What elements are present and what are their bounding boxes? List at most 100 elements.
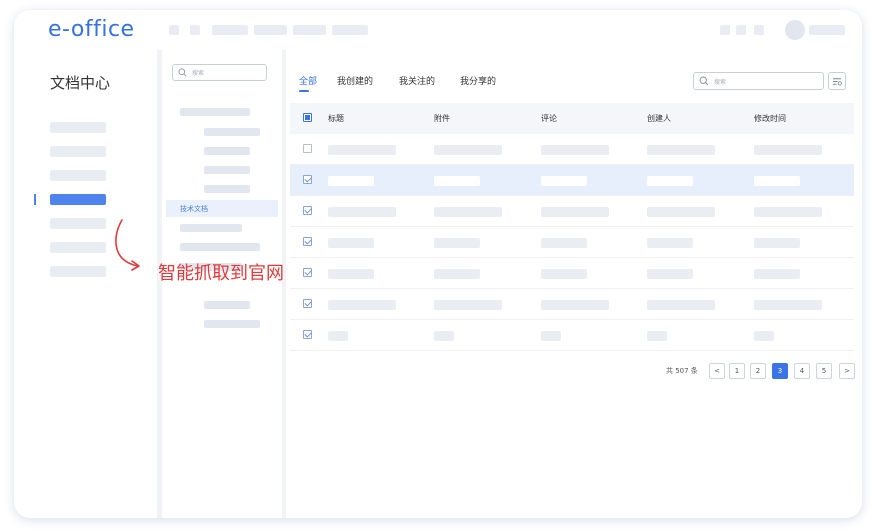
pagination-page-5[interactable]: 5 [816,363,832,379]
nav-title: 文档中心 [50,74,111,92]
column-header-creator[interactable]: 创建人 [647,113,671,124]
active-tab-indicator [299,90,309,92]
filter-button[interactable] [828,72,846,90]
pagination-page-4[interactable]: 4 [794,363,810,379]
tree-node-selected[interactable]: 技术文档 [166,200,278,217]
cell-placeholder [647,176,693,186]
tree-node[interactable] [180,243,260,251]
table-row[interactable] [290,196,854,227]
user-avatar[interactable] [785,20,805,40]
tree-node[interactable] [204,166,250,174]
active-marker [34,194,36,205]
cell-placeholder [754,207,822,217]
tree-node[interactable] [180,224,242,232]
search-input[interactable]: 搜索 [693,72,824,90]
cell-placeholder [754,176,800,186]
top-icon-placeholder-1[interactable] [720,25,730,35]
user-name-placeholder[interactable] [809,25,845,35]
row-checkbox[interactable] [303,268,312,277]
sidebar-item-6[interactable] [50,242,106,253]
pagination-total: 共 507 条 [666,367,698,375]
cell-placeholder [434,207,502,217]
table-header: 标题 附件 评论 创建人 修改时间 [290,103,854,134]
cell-placeholder [647,145,715,155]
top-icon-placeholder-3[interactable] [754,25,764,35]
tree-search-input[interactable]: 搜索 [172,64,267,81]
cell-placeholder [541,269,587,279]
row-checkbox[interactable] [303,206,312,215]
left-sidebar: 文档中心 [14,50,157,518]
cell-placeholder [434,331,454,341]
cell-placeholder [541,145,609,155]
tree-node[interactable] [204,320,260,328]
cell-placeholder [434,176,480,186]
cell-placeholder [328,269,374,279]
cell-placeholder [647,207,715,217]
row-checkbox[interactable] [303,330,312,339]
top-icon-placeholder-2[interactable] [736,25,746,35]
table-row[interactable] [290,134,854,165]
tab-shared[interactable]: 我分享的 [460,74,496,87]
cell-placeholder [328,176,374,186]
sidebar-item-3[interactable] [50,170,106,181]
filter-icon [832,78,842,86]
pagination-prev-button[interactable]: < [709,363,725,379]
annotation-arrow-icon [115,219,140,271]
column-header-modified[interactable]: 修改时间 [754,113,786,124]
row-checkbox[interactable] [303,237,312,246]
table-row[interactable] [290,227,854,258]
sidebar-item-active[interactable] [50,194,106,205]
column-header-attachment[interactable]: 附件 [434,113,450,124]
top-nav-placeholder-4[interactable] [254,25,287,35]
cell-placeholder [541,207,609,217]
tree-node[interactable] [180,108,250,116]
pagination-page-3[interactable]: 3 [772,363,788,379]
sidebar-item-7[interactable] [50,266,106,277]
cell-placeholder [754,300,822,310]
select-all-checkbox[interactable] [303,113,312,122]
top-nav-placeholder-5[interactable] [293,25,326,35]
column-header-comments[interactable]: 评论 [541,113,557,124]
table-row[interactable] [290,320,854,351]
sidebar-item-1[interactable] [50,122,106,133]
row-checkbox[interactable] [303,299,312,308]
table-row[interactable] [290,165,854,196]
tab-all[interactable]: 全部 [299,74,317,87]
cell-placeholder [434,300,502,310]
row-checkbox[interactable] [303,175,312,184]
cell-placeholder [647,331,667,341]
sidebar-item-2[interactable] [50,146,106,157]
top-nav-placeholder-2[interactable] [190,25,200,35]
cell-placeholder [434,145,502,155]
cell-placeholder [434,269,480,279]
pagination-page-2[interactable]: 2 [750,363,766,379]
tab-created[interactable]: 我创建的 [337,74,373,87]
cell-placeholder [541,331,561,341]
app-logo[interactable]: e-office [48,17,135,42]
table-row[interactable] [290,258,854,289]
cell-placeholder [541,238,587,248]
cell-placeholder [541,176,587,186]
pagination-next-button[interactable]: > [839,363,855,379]
top-nav-placeholder-6[interactable] [332,25,368,35]
cell-placeholder [328,331,348,341]
tree-node[interactable] [204,185,250,193]
top-nav-placeholder-3[interactable] [212,25,248,35]
cell-placeholder [541,300,609,310]
top-nav-placeholder-1[interactable] [169,25,179,35]
tree-node[interactable] [204,301,250,309]
sidebar-item-5[interactable] [50,218,106,229]
pagination-page-1[interactable]: 1 [729,363,745,379]
tree-node[interactable] [204,147,250,155]
tab-followed[interactable]: 我关注的 [399,74,435,87]
cell-placeholder [328,238,374,248]
search-icon [699,76,709,86]
column-header-title[interactable]: 标题 [328,113,344,124]
row-checkbox[interactable] [303,144,312,153]
main-content: 全部 我创建的 我关注的 我分享的 搜索 标题 附件 评论 创建人 修改时间 共… [286,50,862,518]
tree-node[interactable] [204,128,260,136]
cell-placeholder [754,145,822,155]
cell-placeholder [647,300,715,310]
top-bar: e-office [14,10,862,50]
table-row[interactable] [290,289,854,320]
